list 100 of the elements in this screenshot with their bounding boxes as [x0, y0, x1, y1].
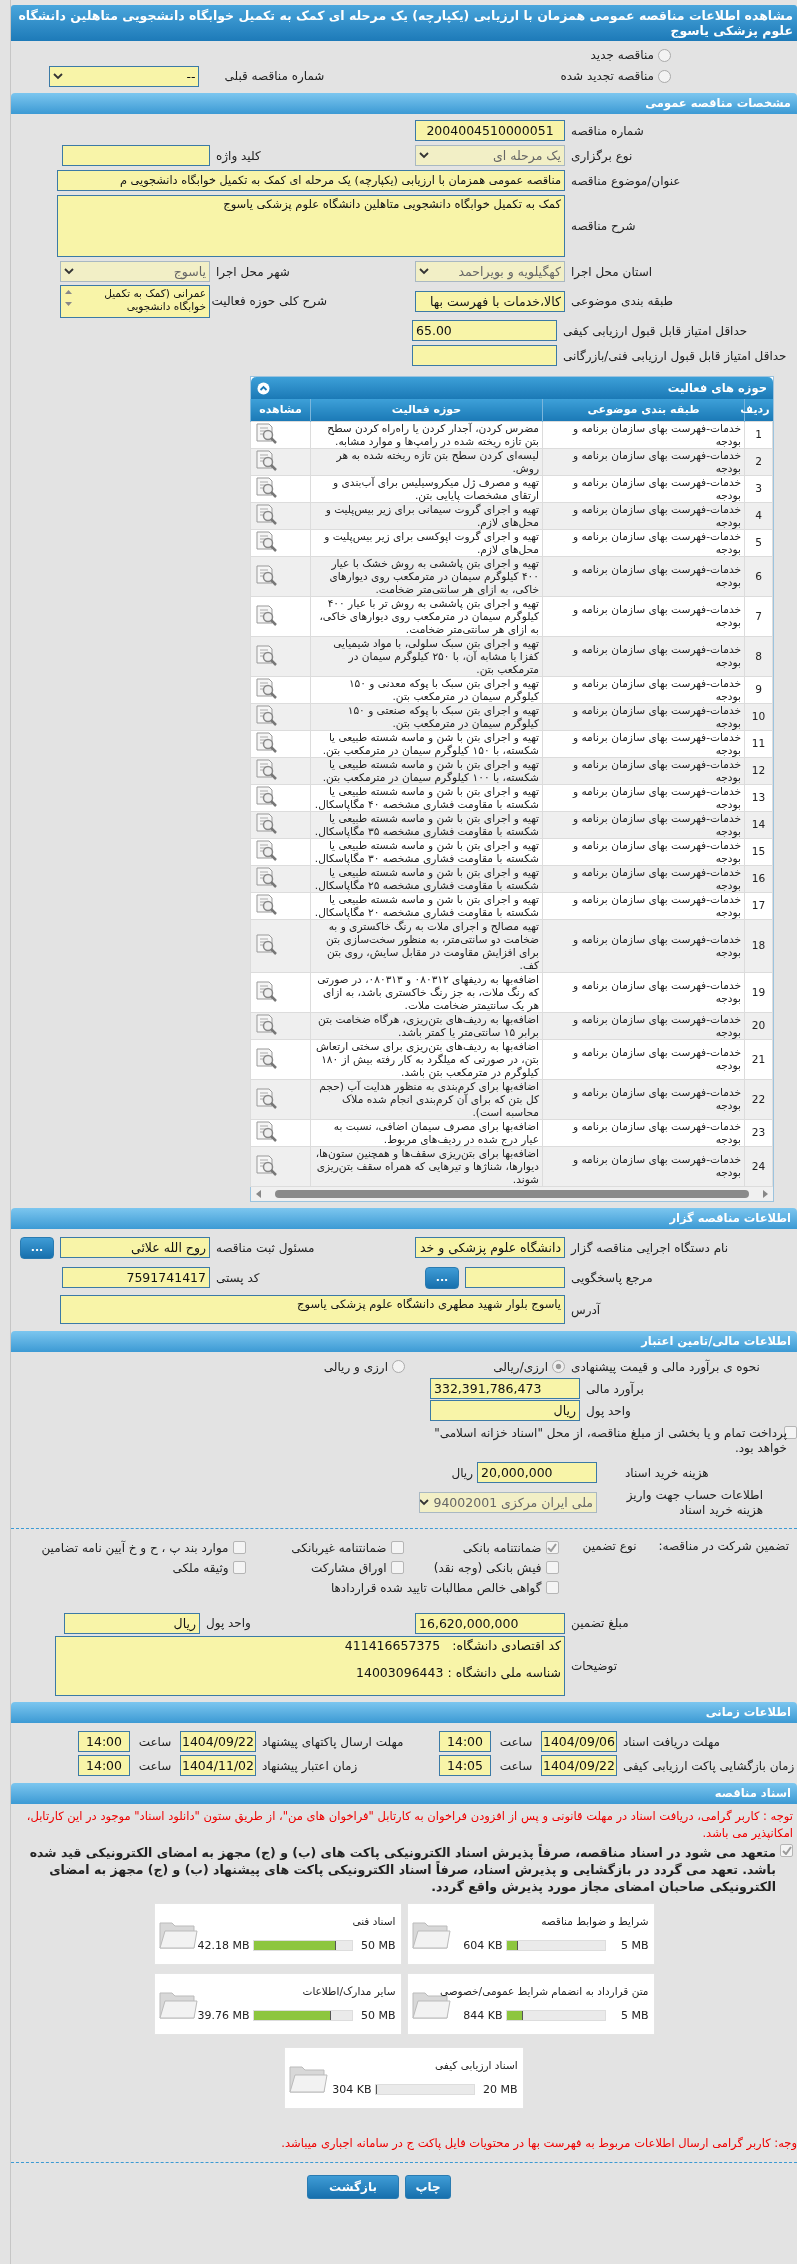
field-label: شماره مناقصه	[570, 123, 645, 138]
text-field[interactable]	[412, 345, 557, 366]
dropdown[interactable]: --	[49, 65, 200, 87]
text-field[interactable]: ریال	[430, 1400, 580, 1421]
table-cell: تهیه و اجرای بتن با شن و ماسه شسته طبیعی یا شکسته با مقاومت فشاری مشخصه ۳۰ مگاپاسکال.	[310, 838, 543, 865]
document-search-icon[interactable]	[254, 1013, 278, 1035]
date-field[interactable]: 1404/09/22	[541, 1755, 617, 1776]
date-field[interactable]: 1404/09/22	[180, 1731, 256, 1752]
text-field[interactable]: 20,000,000	[477, 1462, 597, 1483]
table-cell: خدمات-فهرست بهای سازمان برنامه و بودجه	[542, 1079, 745, 1119]
size-limit: 50 MB	[359, 2009, 396, 2022]
text-field[interactable]: مناقصه عمومی همزمان با ارزیابی (یکپارچه) یک مرحله ای کمک به تکمیل خوابگاه دانشجویی م	[57, 170, 565, 191]
document-search-icon[interactable]	[254, 449, 278, 471]
text-field[interactable]: کالا،خدمات با فهرست بها	[415, 290, 565, 312]
time-field[interactable]: 14:00	[439, 1731, 491, 1752]
checkbox[interactable]	[545, 1541, 559, 1554]
text-field[interactable]: 332,391,786,473	[430, 1378, 580, 1399]
print-button[interactable]: چاپ	[405, 2174, 451, 2199]
field-label: کلید واژه	[215, 148, 262, 163]
text-field[interactable]	[465, 1267, 565, 1288]
checkbox-label: فیش بانکی (وجه نقد)	[433, 1560, 542, 1575]
radio-button[interactable]	[658, 69, 671, 83]
table-cell: 4	[744, 502, 773, 529]
table-cell: 18	[744, 919, 773, 972]
text-field[interactable]: 2004004510000051	[415, 120, 565, 141]
document-search-icon[interactable]	[254, 893, 278, 915]
document-search-icon[interactable]	[254, 839, 278, 861]
dropdown[interactable]: یک مرحله ای	[415, 145, 565, 166]
document-search-icon[interactable]	[254, 1046, 278, 1069]
dropdown[interactable]: کهگیلویه و بویراحمد	[415, 261, 565, 282]
text-field[interactable]: 65.00	[412, 320, 557, 341]
field-label: مهلت دریافت اسناد	[622, 1734, 721, 1749]
date-field[interactable]: 1404/09/06	[541, 1731, 617, 1752]
table-cell: تهیه و اجرای بتن سبک با پوکه صنعتی و ۱۵۰ کیلوگرم سیمان در مترمکعب بتن.	[310, 703, 543, 730]
document-search-icon[interactable]	[254, 704, 278, 726]
checkbox[interactable]	[390, 1561, 404, 1574]
collapse-icon[interactable]	[257, 381, 270, 395]
text-area[interactable]: کد اقتصادی دانشگاه: 411416657375 شناسه ملی دانشگاه : 14003096443	[55, 1635, 565, 1696]
document-search-icon[interactable]	[254, 677, 278, 699]
checkbox[interactable]	[545, 1581, 559, 1594]
checkbox[interactable]	[232, 1561, 246, 1574]
document-search-icon[interactable]	[254, 933, 278, 955]
table-cell: خدمات-فهرست بهای سازمان برنامه و بودجه	[542, 1146, 745, 1186]
document-search-icon[interactable]	[254, 979, 278, 1002]
time-field[interactable]: 14:00	[78, 1755, 130, 1776]
list-box[interactable]: عمرانی (کمک به تکمیل خوابگاه دانشجویی	[60, 284, 210, 318]
document-search-icon[interactable]	[254, 866, 278, 888]
text-field[interactable]	[62, 145, 210, 166]
document-search-icon[interactable]	[254, 422, 278, 444]
browse-button[interactable]: ...	[425, 1266, 459, 1289]
time-field[interactable]: 14:05	[439, 1755, 491, 1776]
radio-label: مناقصه تجدید شده	[560, 69, 654, 83]
table-cell: 12	[744, 757, 773, 784]
text-field[interactable]: 7591741417	[62, 1267, 210, 1288]
radio-button[interactable]	[658, 48, 671, 62]
text-field[interactable]: دانشگاه علوم پزشکی و خد	[415, 1237, 565, 1258]
document-search-icon[interactable]	[254, 563, 278, 586]
document-search-icon[interactable]	[254, 758, 278, 780]
notice-text: وجه: کاربر گرامی ارسال اطلاعات مربوط به فهرست بها در محتویات فایل پاکت ج در سامانه اجباری میباشد.	[280, 2134, 797, 2152]
checkbox[interactable]	[390, 1541, 404, 1554]
document-search-icon[interactable]	[254, 530, 278, 552]
checkbox[interactable]	[545, 1561, 559, 1574]
browse-button[interactable]: ...	[20, 1236, 54, 1259]
section-header: اطلاعات زمانی	[11, 1701, 797, 1723]
table-cell: خدمات-فهرست بهای سازمان برنامه و بودجه	[542, 865, 745, 892]
document-search-icon[interactable]	[254, 643, 278, 666]
text-area[interactable]: یاسوج بلوار شهید مطهری دانشگاه علوم پزشکی یاسوج	[60, 1295, 565, 1324]
document-search-icon[interactable]	[254, 1153, 278, 1176]
document-search-icon[interactable]	[254, 503, 278, 525]
document-search-icon[interactable]	[254, 1120, 278, 1142]
back-button[interactable]: بازگشت	[307, 2174, 399, 2199]
radio-button[interactable]	[552, 1360, 565, 1373]
text-field[interactable]: روح الله علائی	[60, 1237, 210, 1258]
checkbox[interactable]	[232, 1541, 246, 1554]
text-field[interactable]: ریال	[64, 1612, 200, 1634]
table-cell: 22	[744, 1079, 773, 1119]
size-limit: 5 MB	[619, 1939, 649, 1952]
notice-text: توجه : کاربر گرامی، دریافت اسناد در مهلت قانونی و پس از افزودن فراخوان به کارتابل "فراخوان های من"، از طریق ستون "دانلود اسناد" موجود در این کارتابل، امکانپذیر می باشد.	[25, 1807, 794, 1842]
field-label: شرح کلی حوزه فعالیت	[210, 294, 327, 308]
document-search-icon[interactable]	[254, 476, 278, 498]
text-field[interactable]: 16,620,000,000	[415, 1612, 565, 1634]
section-header: اسناد مناقصه	[11, 1782, 797, 1804]
time-field[interactable]: 14:00	[78, 1731, 130, 1752]
field-label: عنوان/موضوع مناقصه	[570, 173, 682, 188]
dropdown[interactable]: ملی ایران مرکزی 94002001	[419, 1492, 597, 1513]
document-search-icon[interactable]	[254, 1086, 278, 1109]
dropdown[interactable]: یاسوج	[60, 261, 210, 282]
table-cell: تهیه و اجرای بتن با شن و ماسه شسته طبیعی یا شکسته، با ۱۰۰ کیلوگرم سیمان در مترمکعب بتن.	[310, 757, 543, 784]
document-search-icon[interactable]	[254, 785, 278, 807]
document-search-icon[interactable]	[254, 812, 278, 834]
date-field[interactable]: 1404/11/02	[180, 1755, 256, 1776]
document-search-icon[interactable]	[254, 603, 278, 626]
checkbox-label: اوراق مشارکت	[311, 1560, 387, 1575]
table-cell: 13	[744, 784, 773, 811]
table-cell: خدمات-فهرست بهای سازمان برنامه و بودجه	[542, 1012, 745, 1039]
text-area[interactable]: کمک به تکمیل خوابگاه دانشجویی متاهلین دانشگاه علوم پزشکی یاسوج	[57, 195, 565, 257]
table-cell: خدمات-فهرست بهای سازمان برنامه و بودجه	[542, 596, 745, 636]
radio-button[interactable]	[392, 1360, 405, 1373]
checkbox[interactable]	[780, 1843, 793, 1857]
document-search-icon[interactable]	[254, 731, 278, 753]
